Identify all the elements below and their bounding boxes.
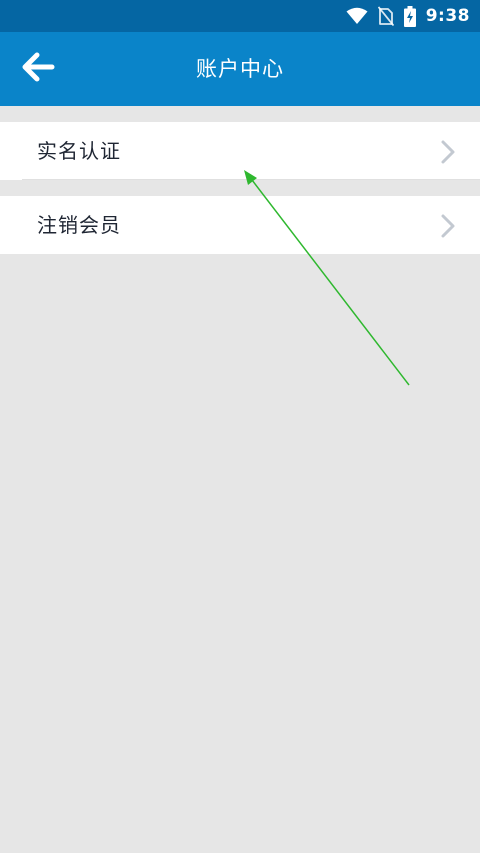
arrow-left-icon xyxy=(21,52,55,86)
app-bar: 账户中心 xyxy=(0,32,480,106)
status-time: 9:38 xyxy=(425,6,470,26)
battery-charging-icon xyxy=(403,5,416,27)
chevron-right-icon xyxy=(440,139,456,165)
page-title: 账户中心 xyxy=(196,57,284,81)
status-bar: 9:38 xyxy=(0,0,480,32)
chevron-right-icon xyxy=(440,213,456,239)
no-sim-icon xyxy=(377,6,394,26)
menu-list: 实名认证 注销会员 xyxy=(0,122,480,254)
menu-item-label: 注销会员 xyxy=(37,213,121,237)
divider xyxy=(22,179,480,180)
status-icons: 9:38 xyxy=(346,0,470,32)
menu-item-label: 实名认证 xyxy=(37,139,121,163)
wifi-icon xyxy=(346,7,368,25)
back-button[interactable] xyxy=(12,45,64,93)
menu-item-cancel-membership[interactable]: 注销会员 xyxy=(0,196,480,254)
menu-item-real-name-verification[interactable]: 实名认证 xyxy=(0,122,480,180)
